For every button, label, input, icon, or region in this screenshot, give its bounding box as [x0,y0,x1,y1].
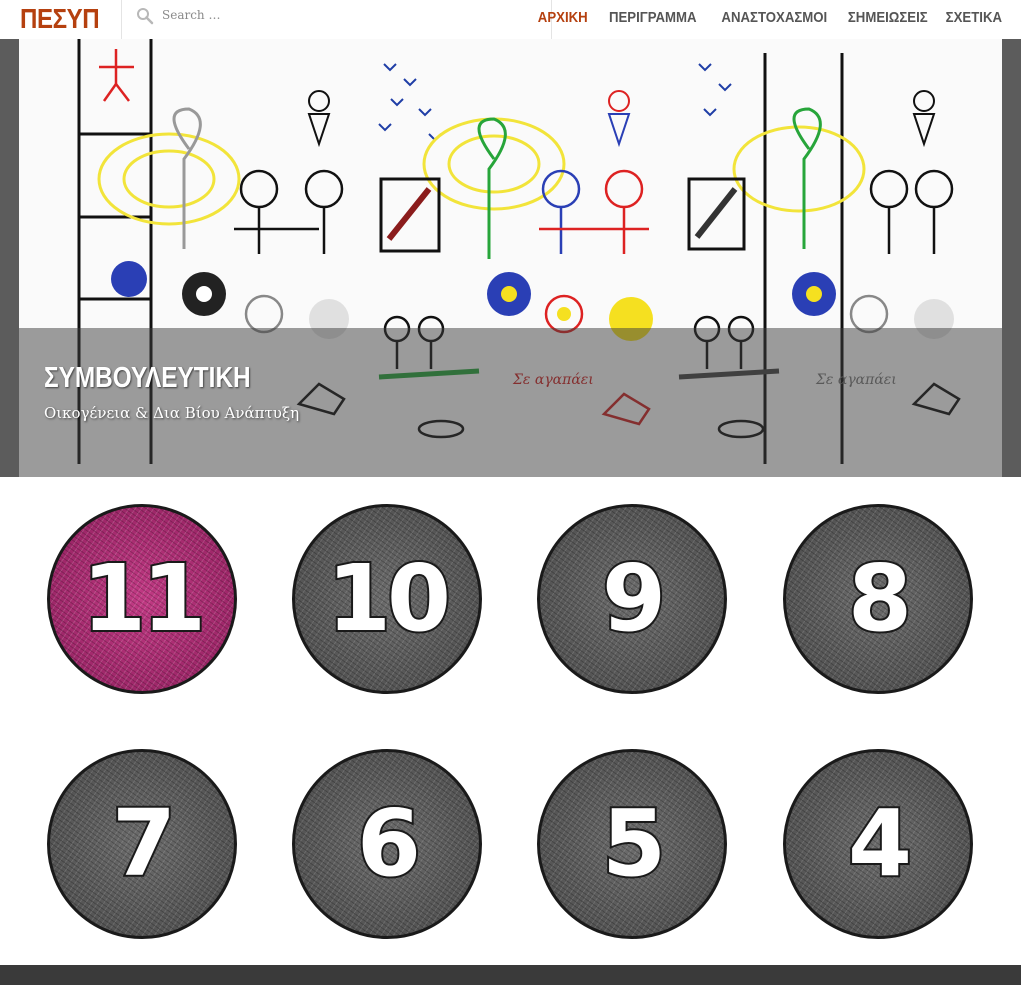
session-tile-11[interactable]: 11 [47,504,237,694]
session-tile-8[interactable]: 8 [783,504,973,694]
session-tile-4[interactable]: 4 [783,749,973,939]
session-number: 5 [600,790,668,897]
hero-title: ΣΥΜΒΟΥΛΕΥΤΙΚΗ [44,362,251,394]
session-number: 8 [846,545,914,652]
search-icon[interactable] [136,7,154,25]
session-tile-6[interactable]: 6 [292,749,482,939]
session-tile-9[interactable]: 9 [537,504,727,694]
nav-item-notes[interactable]: ΣΗΜΕΙΩΣΕΙΣ [848,9,928,26]
site-logo[interactable]: ΠΕΣΥΠ [20,3,100,35]
session-tile-7[interactable]: 7 [47,749,237,939]
session-number: 6 [355,790,423,897]
header-divider [121,0,122,39]
nav-item-about[interactable]: ΣΧΕΤΙΚΑ [946,9,1002,26]
session-tile-10[interactable]: 10 [292,504,482,694]
hero-subtitle: Οικογένεια & Δια Βίου Ανάπτυξη [44,404,300,422]
main-nav: ΑΡΧΙΚΗ ΠΕΡΙΓΡΑΜΜΑ ΑΝΑΣΤΟΧΑΣΜΟΙ ΣΗΜΕΙΩΣΕΙ… [537,9,1002,26]
session-number: 4 [846,790,914,897]
session-number: 9 [600,545,668,652]
nav-item-reflections[interactable]: ΑΝΑΣΤΟΧΑΣΜΟΙ [721,9,827,26]
session-number: 11 [80,545,208,652]
site-footer [0,965,1021,985]
session-tile-5[interactable]: 5 [537,749,727,939]
session-number: 7 [110,790,178,897]
nav-item-outline[interactable]: ΠΕΡΙΓΡΑΜΜΑ [609,9,697,26]
hero-caption-overlay [19,328,1002,477]
search-input[interactable] [162,4,542,26]
site-header: ΠΕΣΥΠ ΑΡΧΙΚΗ ΠΕΡΙΓΡΑΜΜΑ ΑΝΑΣΤΟΧΑΣΜΟΙ ΣΗΜ… [0,0,1021,40]
sessions-grid: 11 10 9 8 7 6 5 4 [0,477,1021,965]
nav-item-home[interactable]: ΑΡΧΙΚΗ [538,9,588,26]
session-number: 10 [325,545,453,652]
